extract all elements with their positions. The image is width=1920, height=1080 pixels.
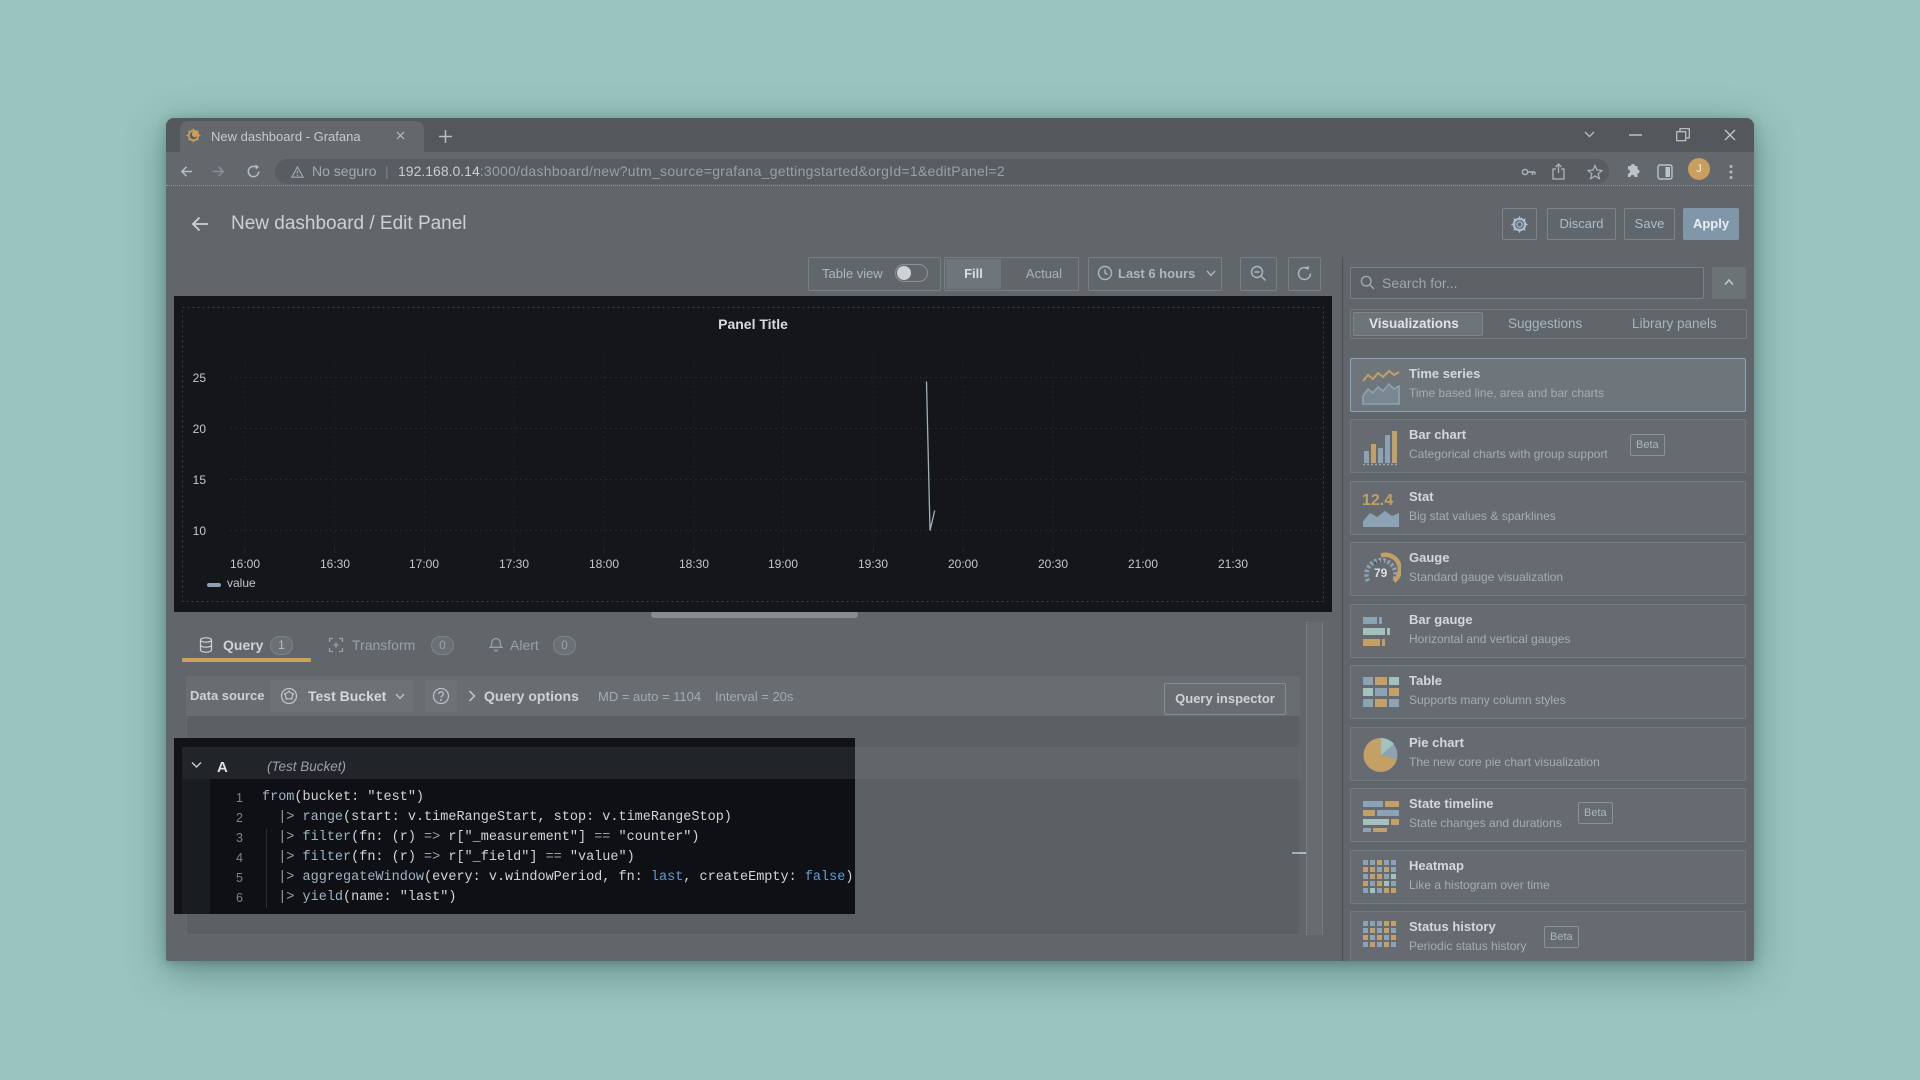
svg-text:12.4: 12.4 xyxy=(1362,492,1393,509)
svg-text:79: 79 xyxy=(1374,566,1388,580)
